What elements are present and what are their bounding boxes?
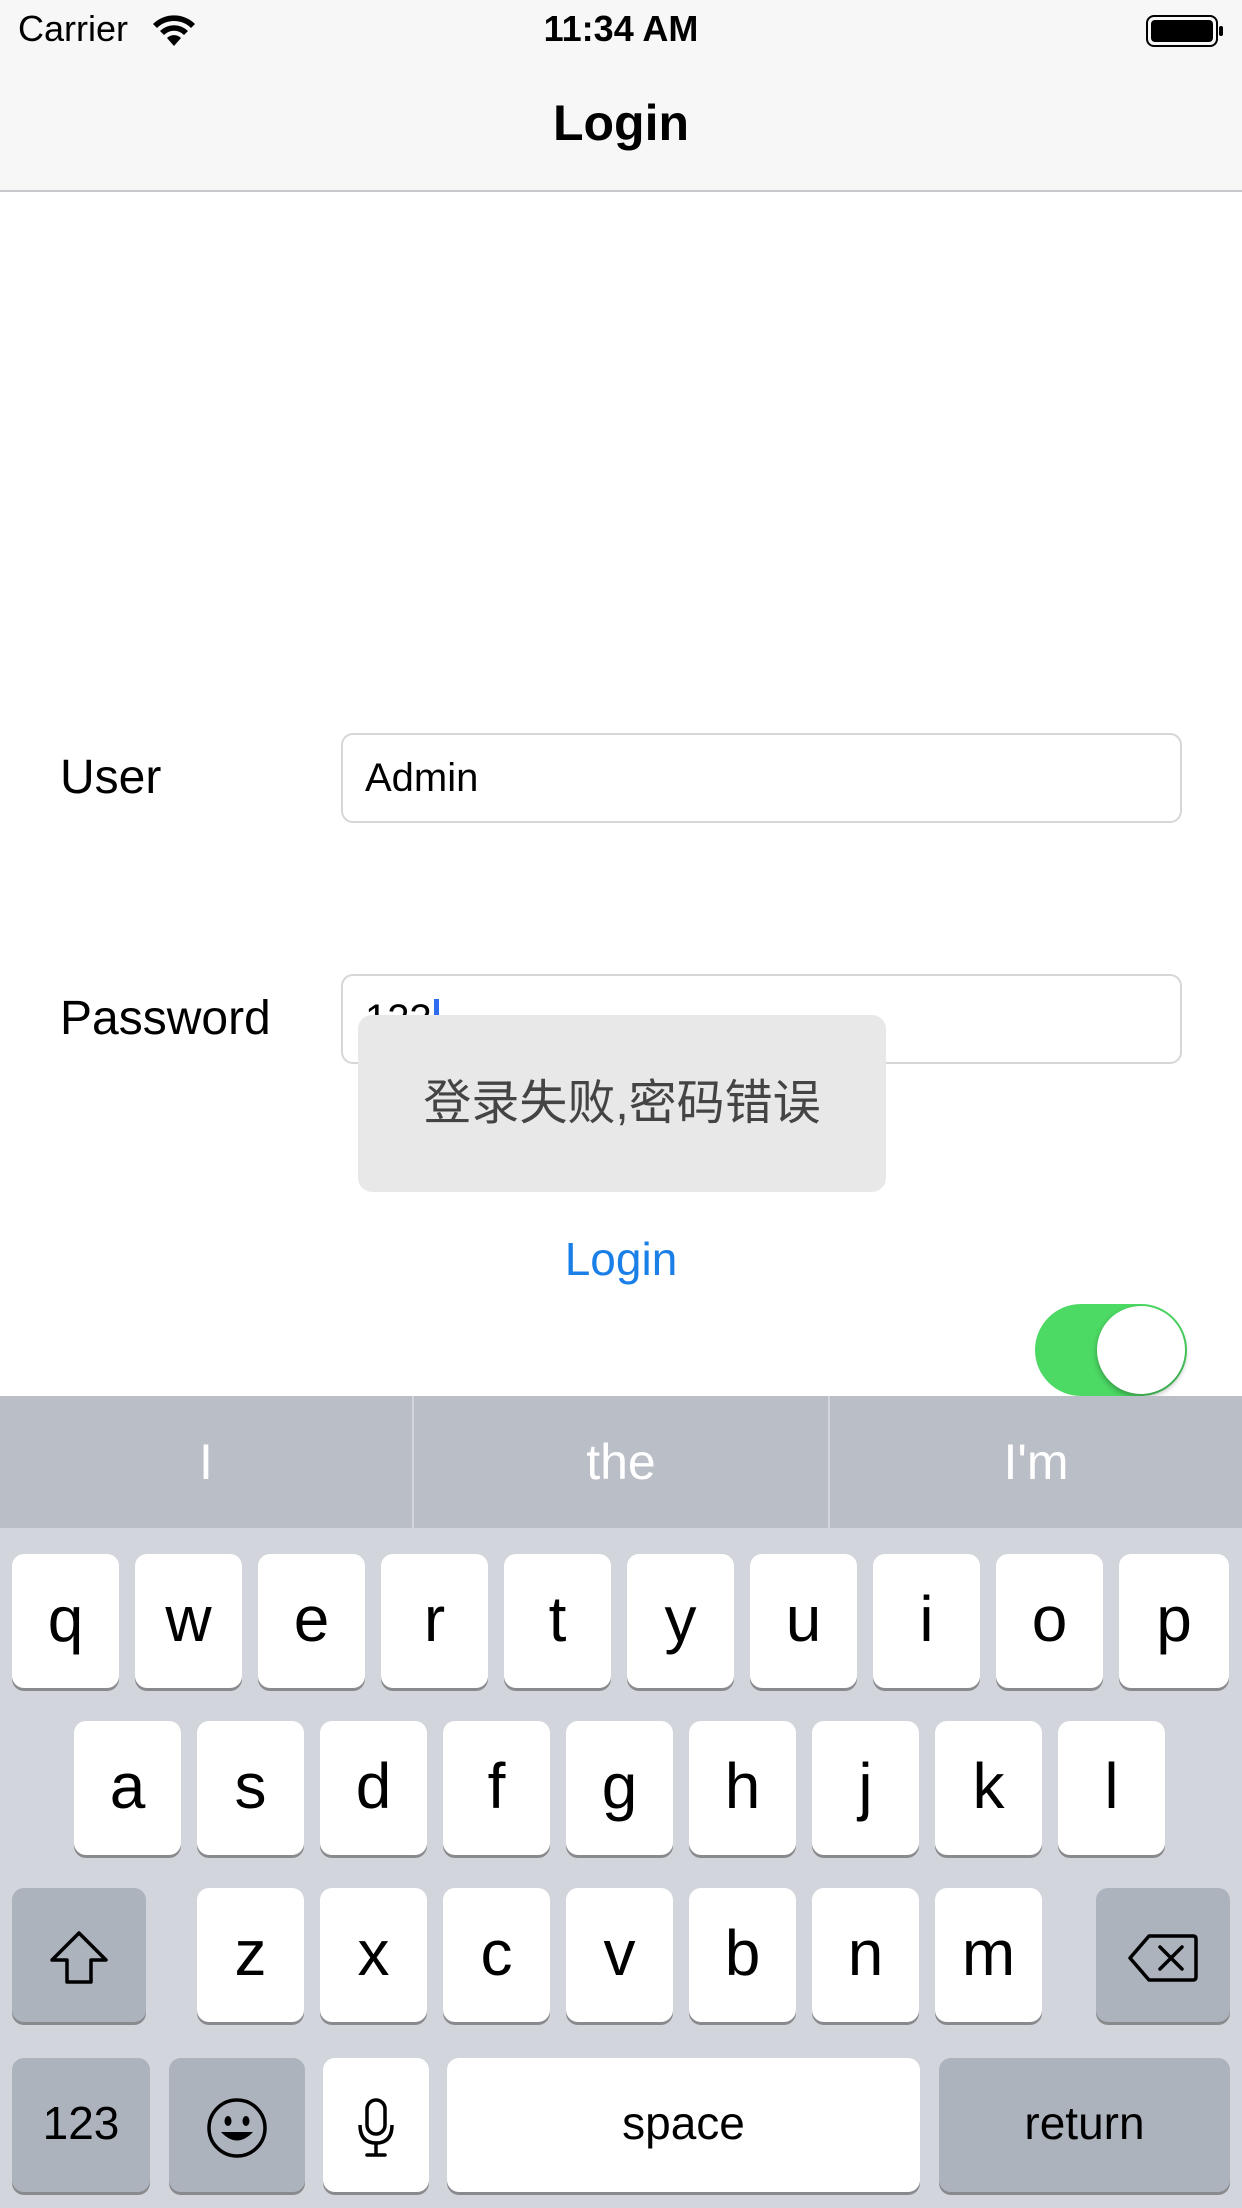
key-x[interactable]: x: [320, 1888, 427, 2022]
key-k[interactable]: k: [935, 1721, 1042, 1855]
delete-key[interactable]: [1096, 1888, 1230, 2022]
prediction-2[interactable]: the: [414, 1396, 828, 1528]
user-field-value: Admin: [365, 756, 479, 800]
battery-icon: [1146, 14, 1224, 48]
microphone-icon: [358, 2098, 394, 2157]
login-button[interactable]: Login: [0, 1232, 1242, 1286]
key-s[interactable]: s: [197, 1721, 304, 1855]
key-u[interactable]: u: [750, 1554, 857, 1688]
key-w[interactable]: w: [135, 1554, 242, 1688]
status-time: 11:34 AM: [543, 8, 699, 49]
key-q[interactable]: q: [12, 1554, 119, 1688]
key-o[interactable]: o: [996, 1554, 1103, 1688]
key-i[interactable]: i: [873, 1554, 980, 1688]
prediction-1[interactable]: I: [0, 1396, 412, 1528]
key-z[interactable]: z: [197, 1888, 304, 2022]
key-a[interactable]: a: [74, 1721, 181, 1855]
shift-icon: [50, 1931, 108, 1984]
error-toast: 登录失败,密码错误: [358, 1015, 886, 1192]
key-b[interactable]: b: [689, 1888, 796, 2022]
key-g[interactable]: g: [566, 1721, 673, 1855]
user-label: User: [60, 751, 162, 804]
key-h[interactable]: h: [689, 1721, 796, 1855]
dictation-key[interactable]: [323, 2058, 429, 2192]
password-label: Password: [60, 992, 271, 1045]
key-l[interactable]: l: [1058, 1721, 1165, 1855]
space-key[interactable]: space: [447, 2058, 920, 2192]
emoji-key[interactable]: [169, 2058, 305, 2192]
key-d[interactable]: d: [320, 1721, 427, 1855]
keyboard: I the I'm q w e r t y u i o p a s d f g …: [0, 1396, 1242, 2208]
key-y[interactable]: y: [627, 1554, 734, 1688]
return-key[interactable]: return: [939, 2058, 1230, 2192]
key-r[interactable]: r: [381, 1554, 488, 1688]
key-p[interactable]: p: [1119, 1554, 1229, 1688]
key-c[interactable]: c: [443, 1888, 550, 2022]
page-title: Login: [552, 95, 690, 151]
backspace-icon: [1128, 1934, 1198, 1982]
toggle-knob: [1097, 1306, 1185, 1394]
key-m[interactable]: m: [935, 1888, 1042, 2022]
user-field[interactable]: Admin: [341, 733, 1182, 823]
status-bar: Carrier 11:34 AM: [0, 0, 1242, 60]
toggle-switch[interactable]: [1035, 1304, 1187, 1396]
key-f[interactable]: f: [443, 1721, 550, 1855]
emoji-icon: [207, 2098, 267, 2158]
key-e[interactable]: e: [258, 1554, 365, 1688]
shift-key[interactable]: [12, 1888, 146, 2022]
key-n[interactable]: n: [812, 1888, 919, 2022]
navigation-bar: Login: [0, 60, 1242, 192]
numbers-key[interactable]: 123: [12, 2058, 150, 2192]
prediction-bar: I the I'm: [0, 1396, 1242, 1528]
key-t[interactable]: t: [504, 1554, 611, 1688]
key-v[interactable]: v: [566, 1888, 673, 2022]
key-j[interactable]: j: [812, 1721, 919, 1855]
prediction-3[interactable]: I'm: [830, 1396, 1242, 1528]
